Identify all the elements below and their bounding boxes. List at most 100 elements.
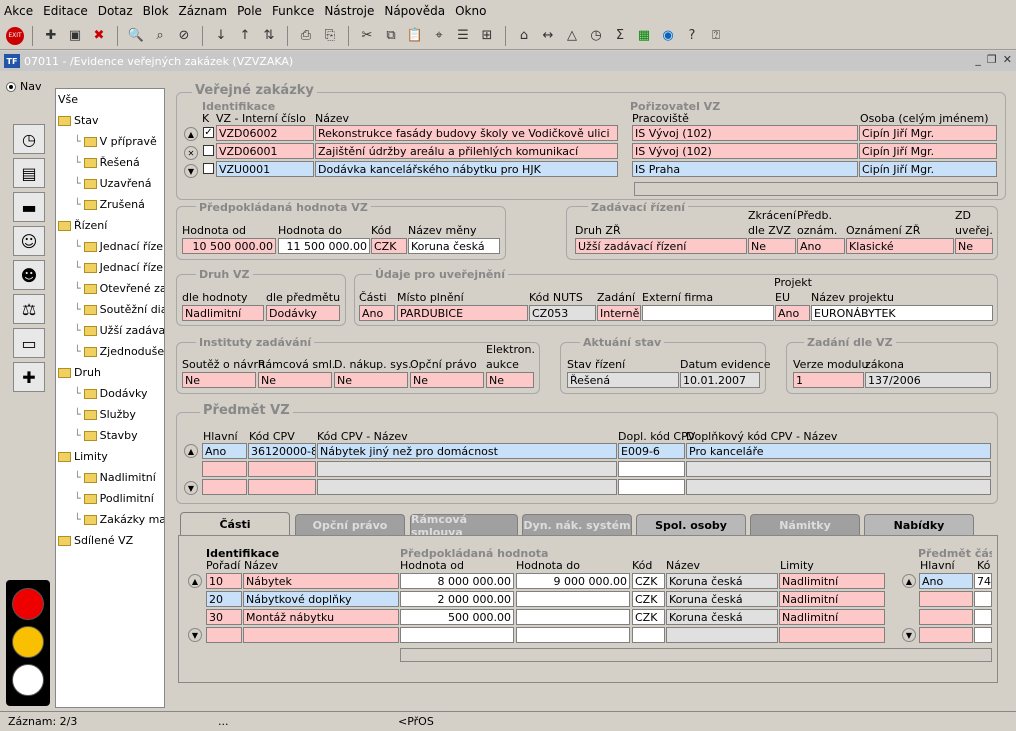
dopl-cpv-field[interactable]: E009-6 (618, 443, 685, 459)
datum-field[interactable]: 10.01.2007 (680, 372, 760, 388)
list-icon[interactable]: ☰ (453, 26, 473, 46)
ozn-field[interactable]: Klasické (846, 238, 954, 254)
menu-item[interactable]: Blok (143, 4, 169, 18)
notepad-nav-button[interactable]: ▤ (13, 158, 45, 188)
casti-kod-cell[interactable]: CZK (632, 573, 665, 589)
predb-field[interactable]: Ano (797, 238, 845, 254)
dle-hodnoty-field[interactable]: Nadlimitní (182, 305, 264, 321)
casti-mena-cell[interactable] (666, 627, 778, 643)
casti-mena-cell[interactable]: Koruna česká (666, 591, 778, 607)
casti-hlavni-cell[interactable] (919, 609, 973, 625)
tree-icon[interactable]: ⊞ (477, 26, 497, 46)
minimize-icon[interactable]: _ (975, 53, 981, 66)
casti-limity-cell[interactable]: Nadlimitní (779, 573, 885, 589)
users-nav-button[interactable]: ☺ (13, 226, 45, 256)
delete-record-icon[interactable]: ✖ (89, 26, 109, 46)
casti-do-cell[interactable] (516, 609, 630, 625)
add-document-nav-button[interactable]: ✚ (13, 362, 45, 392)
predmet-empty-cell[interactable] (248, 461, 316, 477)
casti-poradi-cell[interactable]: 10 (206, 573, 242, 589)
tree-node[interactable]: Vše (58, 93, 78, 106)
ramcova-field[interactable]: Ne (258, 372, 332, 388)
menu-item[interactable]: Pole (237, 4, 262, 18)
predmet-scroll-down-icon[interactable]: ▼ (184, 481, 198, 495)
tab-6[interactable]: Nabídky (864, 514, 974, 536)
predmet-scroll-up-icon[interactable]: ▲ (184, 444, 198, 458)
vz-osoba-cell[interactable]: Cipín Jiří Mgr. (859, 161, 997, 177)
scales-nav-button[interactable]: ⚖ (13, 294, 45, 324)
casti-od-cell[interactable]: 500 000.00 (400, 609, 514, 625)
menu-item[interactable]: Okno (455, 4, 486, 18)
soutez-field[interactable]: Ne (182, 372, 256, 388)
sort-asc-icon[interactable]: ↓ (211, 26, 231, 46)
hodnota-do-field[interactable]: 11 500 000.00 (278, 238, 370, 254)
vz-hscrollbar[interactable] (634, 182, 998, 196)
nuts-field[interactable]: CZ053 (529, 305, 596, 321)
predmet-empty-cell[interactable] (202, 461, 247, 477)
tree-node[interactable]: └ Otevřené zadá (74, 282, 164, 295)
tree-node[interactable]: └ Podlimitní (74, 492, 154, 505)
predmet-empty-cell[interactable] (317, 461, 617, 477)
casti-kod-cell[interactable] (632, 627, 665, 643)
predmet-empty-cell[interactable] (317, 479, 617, 495)
tab-0[interactable]: Části (180, 512, 290, 536)
predmet-empty-cell[interactable] (202, 479, 247, 495)
triangle-icon[interactable]: △ (562, 26, 582, 46)
mena-field[interactable]: Koruna česká (408, 238, 500, 254)
tab-1[interactable]: Opční právo (295, 514, 405, 536)
casti-nazev-cell[interactable]: Nábytek (243, 573, 399, 589)
casti-nazev-cell[interactable]: Montáž nábytku (243, 609, 399, 625)
clock-icon[interactable]: ◷ (586, 26, 606, 46)
casti-poradi-cell[interactable] (206, 627, 242, 643)
tree-node[interactable]: Řízení (58, 219, 107, 232)
vz-cislo-cell[interactable]: VZU0001 (216, 161, 314, 177)
vz-pracoviste-cell[interactable]: IS Vývoj (102) (632, 143, 858, 159)
tree-node[interactable]: └ Jednací řízení s (74, 261, 164, 274)
casti-kod-cell[interactable]: CZK (632, 591, 665, 607)
insert-record-icon[interactable]: ✚ (41, 26, 61, 46)
casti-nazev-cell[interactable] (243, 627, 399, 643)
vz-row-checkbox[interactable] (203, 145, 214, 156)
web-icon[interactable]: ◉ (658, 26, 678, 46)
casti-field[interactable]: Ano (359, 305, 395, 321)
print-icon[interactable]: ⎙ (296, 26, 316, 46)
tree-node[interactable]: └ Zakázky malého (74, 513, 164, 526)
casti-predmet-scroll-up-icon[interactable]: ▲ (902, 574, 916, 588)
person-nav-button[interactable]: ☻ (13, 260, 45, 290)
tree-node[interactable]: └ Užší zadávací ř (74, 324, 164, 337)
tab-2[interactable]: Rámcová smlouva (410, 513, 518, 539)
tree-node[interactable]: └ V přípravě (74, 135, 157, 148)
casti-limity-cell[interactable]: Nadlimitní (779, 609, 885, 625)
vz-pracoviste-cell[interactable]: IS Praha (632, 161, 858, 177)
tree-node[interactable]: └ Služby (74, 408, 136, 421)
close-icon[interactable]: ✕ (1003, 53, 1012, 66)
tab-4[interactable]: Spol. osoby (636, 514, 746, 536)
cpv-field[interactable]: 36120000-8 (248, 443, 316, 459)
casti-mena-cell[interactable]: Koruna česká (666, 573, 778, 589)
zd-field[interactable]: Ne (955, 238, 993, 254)
vz-osoba-cell[interactable]: Cipín Jiří Mgr. (859, 143, 997, 159)
dopl-cpv-nazev-field[interactable]: Pro kanceláře (686, 443, 991, 459)
predmet-empty-cell[interactable] (248, 479, 316, 495)
cancel-query-icon[interactable]: ⊘ (174, 26, 194, 46)
sort-desc-icon[interactable]: ↑ (235, 26, 255, 46)
vz-pracoviste-cell[interactable]: IS Vývoj (102) (632, 125, 858, 141)
menu-item[interactable]: Nástroje (324, 4, 374, 18)
misto-field[interactable]: PARDUBICE (397, 305, 528, 321)
casti-hlavni-cell[interactable]: Ano (919, 573, 973, 589)
firma-field[interactable] (642, 305, 774, 321)
tree-node[interactable]: └ Jednací řízení b (74, 240, 164, 253)
building-icon[interactable]: ⌂ (514, 26, 534, 46)
predmet-empty-cell[interactable] (686, 461, 991, 477)
restore-icon[interactable]: ❐ (987, 53, 997, 66)
casti-nazev-cell[interactable]: Nábytkové doplňky (243, 591, 399, 607)
casti-od-cell[interactable] (400, 627, 514, 643)
casti-limity-cell[interactable]: Nadlimitní (779, 591, 885, 607)
zkraceni-field[interactable]: Ne (748, 238, 796, 254)
casti-do-cell[interactable] (516, 627, 630, 643)
kod-field[interactable]: CZK (371, 238, 407, 254)
dnakup-field[interactable]: Ne (334, 372, 408, 388)
execute-query-icon[interactable]: ⌕ (150, 26, 170, 46)
context-help-icon[interactable]: ⍰ (706, 26, 726, 46)
scroll-down-icon[interactable]: ▼ (184, 164, 198, 178)
